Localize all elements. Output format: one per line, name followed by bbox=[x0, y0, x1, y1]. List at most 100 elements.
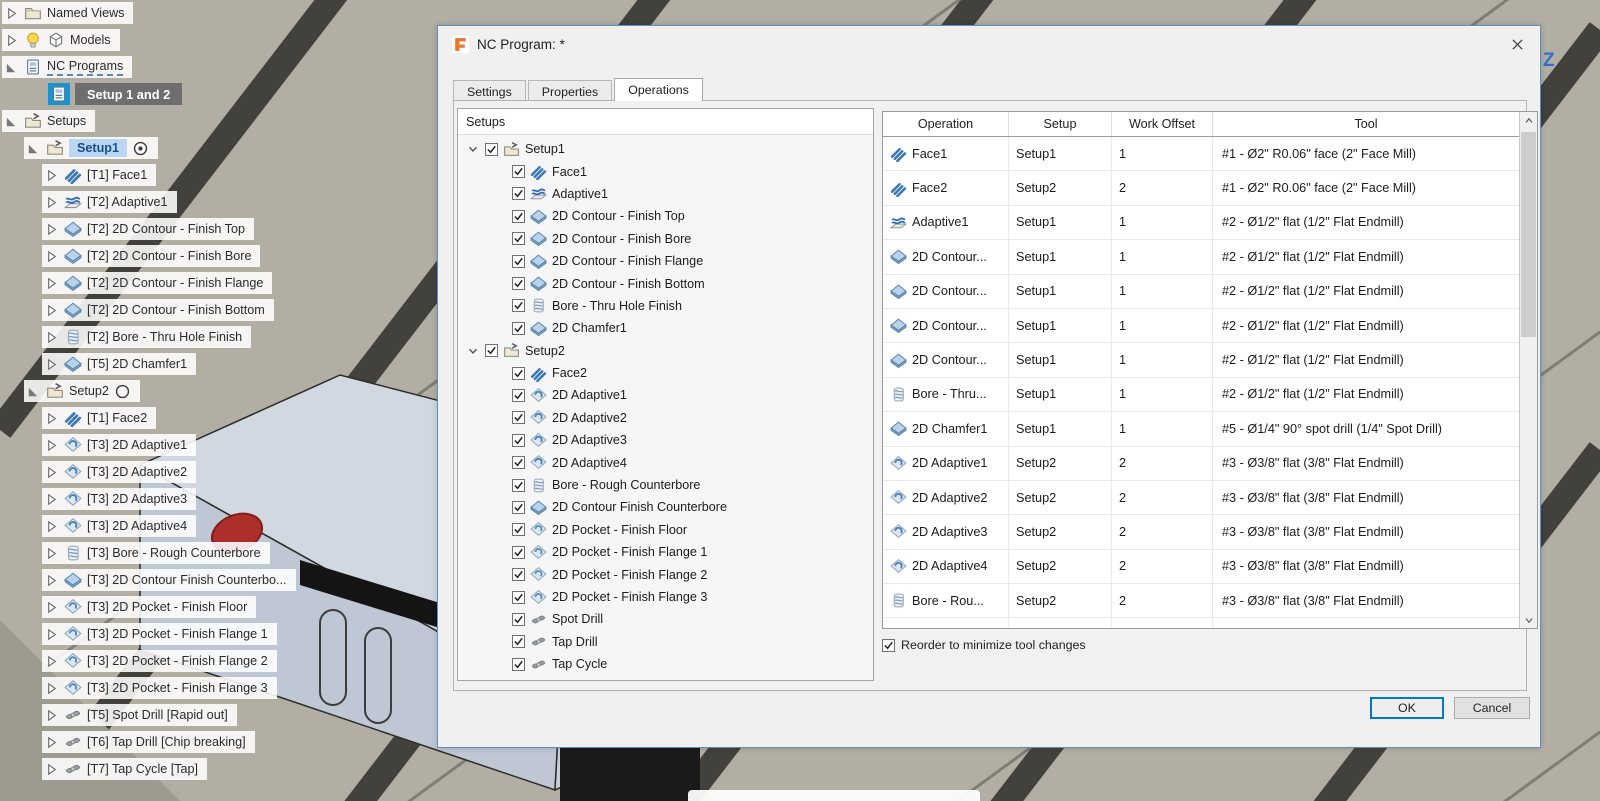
operation-checkbox[interactable] bbox=[485, 143, 498, 156]
operation-checkbox[interactable] bbox=[512, 322, 525, 335]
operation-checkbox[interactable] bbox=[512, 367, 525, 380]
operation-checkbox[interactable] bbox=[512, 568, 525, 581]
scrollbar-up-icon[interactable] bbox=[1520, 112, 1537, 129]
operation-checkbox[interactable] bbox=[512, 523, 525, 536]
browser-item[interactable]: [T5] 2D Chamfer1 bbox=[42, 353, 196, 375]
table-row[interactable]: Bore - Rou...Setup22#3 - Ø3/8" flat (3/8… bbox=[883, 584, 1519, 618]
setups-tree-item[interactable]: 2D Contour - Finish Bottom bbox=[458, 272, 873, 294]
operation-checkbox[interactable] bbox=[512, 187, 525, 200]
browser-item[interactable]: [T3] 2D Contour Finish Counterbo... bbox=[42, 569, 296, 591]
browser-item[interactable]: [T3] 2D Pocket - Finish Flange 2 bbox=[42, 650, 277, 672]
setups-tree-item[interactable]: 2D Contour - Finish Top bbox=[458, 205, 873, 227]
browser-item[interactable]: [T2] 2D Contour - Finish Bore bbox=[42, 245, 260, 267]
tab-operations[interactable]: Operations bbox=[614, 78, 703, 101]
table-row[interactable]: 2D Adaptive4Setup22#3 - Ø3/8" flat (3/8"… bbox=[883, 550, 1519, 584]
operation-checkbox[interactable] bbox=[512, 434, 525, 447]
table-row[interactable]: Adaptive1Setup11#2 - Ø1/2" flat (1/2" Fl… bbox=[883, 206, 1519, 240]
browser-item[interactable]: [T3] 2D Pocket - Finish Flange 3 bbox=[42, 677, 277, 699]
setups-tree-item[interactable]: Spot Drill bbox=[458, 608, 873, 630]
operation-checkbox[interactable] bbox=[512, 613, 525, 626]
browser-item[interactable]: Models bbox=[2, 29, 120, 51]
browser-item[interactable]: [T3] 2D Adaptive2 bbox=[42, 461, 196, 483]
operation-checkbox[interactable] bbox=[512, 546, 525, 559]
browser-item[interactable]: [T1] Face2 bbox=[42, 407, 156, 429]
table-row[interactable]: 2D Adaptive2Setup22#3 - Ø3/8" flat (3/8"… bbox=[883, 481, 1519, 515]
operation-checkbox[interactable] bbox=[512, 411, 525, 424]
table-scrollbar[interactable] bbox=[1519, 112, 1537, 628]
browser-item[interactable]: [T2] 2D Contour - Finish Bottom bbox=[42, 299, 274, 321]
table-row[interactable]: 2D Contour...Setup11#2 - Ø1/2" flat (1/2… bbox=[883, 240, 1519, 274]
close-icon[interactable] bbox=[1508, 35, 1526, 53]
table-row[interactable]: 2D Contour...Setup11#2 - Ø1/2" flat (1/2… bbox=[883, 343, 1519, 377]
browser-item[interactable]: NC Programs bbox=[2, 56, 132, 78]
operation-checkbox[interactable] bbox=[485, 344, 498, 357]
setups-tree-item[interactable]: 2D Pocket - Finish Flange 2 bbox=[458, 563, 873, 585]
setups-tree-item[interactable]: Adaptive1 bbox=[458, 183, 873, 205]
operation-checkbox[interactable] bbox=[512, 456, 525, 469]
browser-item[interactable]: [T2] 2D Contour - Finish Top bbox=[42, 218, 254, 240]
operation-checkbox[interactable] bbox=[512, 210, 525, 223]
table-row[interactable]: 2D Contour...Setup22#3 - Ø3/8" flat (3/8… bbox=[883, 618, 1519, 628]
table-row[interactable]: 2D Chamfer1Setup11#5 - Ø1/4" 90° spot dr… bbox=[883, 412, 1519, 446]
browser-item[interactable]: Setup2 bbox=[24, 380, 140, 402]
setups-tree-item[interactable]: 2D Pocket - Finish Floor bbox=[458, 519, 873, 541]
browser-item[interactable]: Named Views bbox=[2, 2, 133, 24]
setups-tree-item[interactable]: 2D Adaptive4 bbox=[458, 451, 873, 473]
browser-item[interactable]: [T5] Spot Drill [Rapid out] bbox=[42, 704, 237, 726]
setups-tree-item[interactable]: 2D Contour - Finish Bore bbox=[458, 228, 873, 250]
operation-checkbox[interactable] bbox=[512, 232, 525, 245]
operation-checkbox[interactable] bbox=[512, 635, 525, 648]
browser-item[interactable]: [T3] 2D Adaptive3 bbox=[42, 488, 196, 510]
table-row[interactable]: 2D Adaptive3Setup22#3 - Ø3/8" flat (3/8"… bbox=[883, 515, 1519, 549]
operation-checkbox[interactable] bbox=[512, 255, 525, 268]
setups-tree-item[interactable]: 2D Contour - Finish Flange bbox=[458, 250, 873, 272]
browser-item[interactable]: [T3] Bore - Rough Counterbore bbox=[42, 542, 270, 564]
tab-settings[interactable]: Settings bbox=[453, 80, 526, 101]
setups-tree-item[interactable]: 2D Adaptive2 bbox=[458, 407, 873, 429]
browser-item[interactable]: [T2] 2D Contour - Finish Flange bbox=[42, 272, 272, 294]
operation-checkbox[interactable] bbox=[512, 658, 525, 671]
table-row[interactable]: Face2Setup22#1 - Ø2" R0.06" face (2" Fac… bbox=[883, 171, 1519, 205]
scrollbar-down-icon[interactable] bbox=[1520, 611, 1537, 628]
operation-checkbox[interactable] bbox=[512, 389, 525, 402]
browser-item[interactable]: [T3] 2D Pocket - Finish Flange 1 bbox=[42, 623, 277, 645]
setups-tree-item[interactable]: 2D Contour Finish Counterbore bbox=[458, 496, 873, 518]
dialog-titlebar[interactable]: NC Program: * bbox=[438, 26, 1540, 62]
setups-tree-item[interactable]: Face2 bbox=[458, 362, 873, 384]
setups-tree-item[interactable]: 2D Adaptive1 bbox=[458, 384, 873, 406]
setups-tree-item[interactable]: Tap Cycle bbox=[458, 653, 873, 675]
browser-item[interactable]: [T3] 2D Adaptive1 bbox=[42, 434, 196, 456]
operation-checkbox[interactable] bbox=[512, 299, 525, 312]
setups-tree-item[interactable]: 2D Pocket - Finish Flange 3 bbox=[458, 586, 873, 608]
browser-item[interactable]: [T3] 2D Pocket - Finish Floor bbox=[42, 596, 256, 618]
setups-tree-item[interactable]: 2D Adaptive3 bbox=[458, 429, 873, 451]
cancel-button[interactable]: Cancel bbox=[1454, 697, 1530, 719]
operation-checkbox[interactable] bbox=[512, 277, 525, 290]
browser-item[interactable]: Setups bbox=[2, 110, 95, 132]
browser-item[interactable]: [T6] Tap Drill [Chip breaking] bbox=[42, 731, 255, 753]
browser-item[interactable]: [T3] 2D Adaptive4 bbox=[42, 515, 196, 537]
scrollbar-thumb[interactable] bbox=[1521, 132, 1536, 337]
setups-tree-item[interactable]: Bore - Rough Counterbore bbox=[458, 474, 873, 496]
table-row[interactable]: Bore - Thru...Setup11#2 - Ø1/2" flat (1/… bbox=[883, 378, 1519, 412]
tab-properties[interactable]: Properties bbox=[528, 80, 612, 101]
operation-checkbox[interactable] bbox=[512, 165, 525, 178]
operation-checkbox[interactable] bbox=[512, 501, 525, 514]
table-row[interactable]: 2D Adaptive1Setup22#3 - Ø3/8" flat (3/8"… bbox=[883, 447, 1519, 481]
setups-tree-item[interactable]: Face1 bbox=[458, 160, 873, 182]
setups-tree-item[interactable]: Setup2 bbox=[458, 340, 873, 362]
ok-button[interactable]: OK bbox=[1370, 697, 1444, 719]
browser-item[interactable]: [T2] Adaptive1 bbox=[42, 191, 177, 213]
browser-item[interactable]: Setup1 bbox=[24, 137, 158, 159]
setups-tree-item[interactable]: Tap Drill bbox=[458, 631, 873, 653]
browser-item[interactable]: Setup 1 and 2 bbox=[48, 83, 182, 105]
setups-tree-item[interactable]: 2D Pocket - Finish Flange 1 bbox=[458, 541, 873, 563]
setups-tree-item[interactable]: Bore - Thru Hole Finish bbox=[458, 295, 873, 317]
reorder-checkbox[interactable] bbox=[882, 639, 895, 652]
setups-tree-item[interactable]: 2D Chamfer1 bbox=[458, 317, 873, 339]
setups-tree-item[interactable]: Setup1 bbox=[458, 138, 873, 160]
table-row[interactable]: 2D Contour...Setup11#2 - Ø1/2" flat (1/2… bbox=[883, 275, 1519, 309]
operation-checkbox[interactable] bbox=[512, 479, 525, 492]
table-row[interactable]: Face1Setup11#1 - Ø2" R0.06" face (2" Fac… bbox=[883, 137, 1519, 171]
reorder-checkbox-row[interactable]: Reorder to minimize tool changes bbox=[882, 638, 1086, 652]
